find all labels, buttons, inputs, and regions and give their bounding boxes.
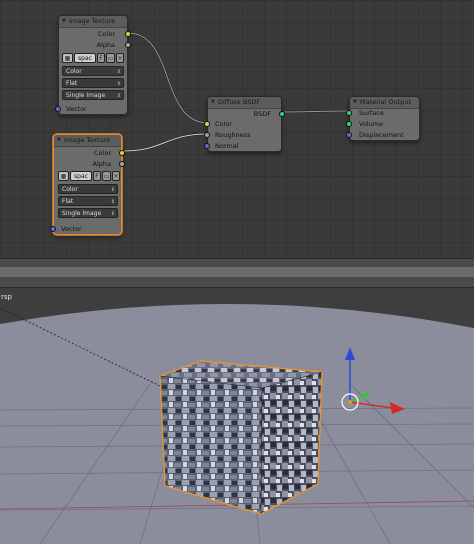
- output-color-label: Color: [94, 149, 111, 157]
- source-dropdown[interactable]: Single Image ⇕: [58, 208, 118, 218]
- collapse-triangle-icon[interactable]: ▼: [57, 135, 61, 146]
- area-splitter[interactable]: [0, 258, 474, 288]
- dropdown-arrow-icon: ⇕: [110, 199, 115, 205]
- dropdown-arrow-icon: ⇕: [110, 187, 115, 193]
- node-title: Image Texture: [69, 17, 116, 25]
- close-icon[interactable]: ×: [112, 171, 120, 181]
- input-normal-label: Normal: [215, 142, 239, 150]
- color-space-dropdown[interactable]: Color ⇕: [58, 184, 118, 194]
- color-space-value: Color: [62, 186, 78, 193]
- image-selector[interactable]: ▦ spac F ▭ ×: [62, 53, 124, 63]
- input-vector-socket[interactable]: [50, 226, 56, 232]
- collapse-triangle-icon[interactable]: ▼: [353, 97, 357, 108]
- close-icon[interactable]: ×: [116, 53, 124, 63]
- image-selector[interactable]: ▦ spac F ▭ ×: [58, 171, 120, 181]
- input-volume-label: Volume: [359, 120, 384, 128]
- collapse-triangle-icon[interactable]: ▼: [211, 97, 215, 108]
- node-header[interactable]: ▼ Image Texture: [54, 135, 121, 147]
- fake-user-button[interactable]: F: [93, 171, 101, 181]
- input-vector-label: Vector: [66, 105, 87, 113]
- projection-value: Flat: [62, 198, 74, 205]
- output-alpha-label: Alpha: [92, 160, 111, 168]
- image-browse-icon[interactable]: ▦: [58, 171, 69, 181]
- node-header[interactable]: ▼ Image Texture: [59, 16, 127, 28]
- diffuse-bsdf-node[interactable]: ▼ Diffuse BSDF BSDF Color Roughness Norm…: [204, 96, 285, 152]
- node-title: Material Output: [360, 98, 412, 106]
- node-header[interactable]: ▼ Diffuse BSDF: [208, 97, 281, 109]
- view-label: rsp: [1, 293, 12, 301]
- projection-dropdown[interactable]: Flat ⇕: [58, 196, 118, 206]
- output-alpha-socket[interactable]: [119, 161, 125, 167]
- input-normal-socket[interactable]: [204, 143, 210, 149]
- input-surface-socket[interactable]: [346, 110, 352, 116]
- viewport-scene[interactable]: [0, 288, 474, 544]
- image-browse-icon[interactable]: ▦: [62, 53, 73, 63]
- node-title: Image Texture: [64, 136, 111, 144]
- output-bsdf-label: BSDF: [253, 110, 271, 118]
- 3d-viewport[interactable]: rsp: [0, 288, 474, 544]
- image-name-field[interactable]: spac: [74, 53, 96, 63]
- output-color-label: Color: [98, 30, 115, 38]
- dropdown-arrow-icon: ⇕: [116, 93, 121, 99]
- input-vector-label: Vector: [61, 225, 82, 233]
- input-roughness-socket[interactable]: [204, 132, 210, 138]
- material-output-node[interactable]: ▼ Material Output Surface Volume Displac…: [346, 96, 420, 141]
- input-color-socket[interactable]: [204, 121, 210, 127]
- source-value: Single Image: [66, 92, 106, 99]
- source-dropdown[interactable]: Single Image ⇕: [62, 90, 124, 100]
- output-alpha-socket[interactable]: [125, 42, 131, 48]
- color-space-value: Color: [66, 68, 82, 75]
- node-editor[interactable]: ▼ Image Texture Color Alpha ▦ spac F ▭ ×…: [0, 0, 474, 258]
- projection-dropdown[interactable]: Flat ⇕: [62, 78, 124, 88]
- image-texture-node-1[interactable]: ▼ Image Texture Color Alpha ▦ spac F ▭ ×…: [55, 15, 131, 115]
- dropdown-arrow-icon: ⇕: [116, 69, 121, 75]
- dropdown-arrow-icon: ⇕: [116, 81, 121, 87]
- color-space-dropdown[interactable]: Color ⇕: [62, 66, 124, 76]
- input-volume-socket[interactable]: [346, 121, 352, 127]
- selected-cube-object[interactable]: [159, 360, 323, 515]
- output-color-socket[interactable]: [119, 150, 125, 156]
- collapse-triangle-icon[interactable]: ▼: [62, 16, 66, 27]
- output-bsdf-socket[interactable]: [279, 111, 285, 117]
- open-folder-icon[interactable]: ▭: [102, 171, 111, 181]
- output-alpha-label: Alpha: [96, 41, 115, 49]
- fake-user-button[interactable]: F: [97, 53, 105, 63]
- node-title: Diffuse BSDF: [218, 98, 261, 106]
- input-roughness-label: Roughness: [215, 131, 251, 139]
- dropdown-arrow-icon: ⇕: [110, 211, 115, 217]
- source-value: Single Image: [62, 210, 102, 217]
- open-folder-icon[interactable]: ▭: [106, 53, 115, 63]
- output-color-socket[interactable]: [125, 31, 131, 37]
- image-texture-node-2[interactable]: ▼ Image Texture Color Alpha ▦ spac F ▭ ×…: [50, 134, 125, 235]
- input-displacement-socket[interactable]: [346, 132, 352, 138]
- image-name-field[interactable]: spac: [70, 171, 92, 181]
- input-vector-socket[interactable]: [55, 106, 61, 112]
- projection-value: Flat: [66, 80, 78, 87]
- input-displacement-label: Displacement: [359, 131, 404, 139]
- input-surface-label: Surface: [359, 109, 384, 117]
- header-band: [0, 267, 474, 277]
- input-color-label: Color: [215, 120, 232, 128]
